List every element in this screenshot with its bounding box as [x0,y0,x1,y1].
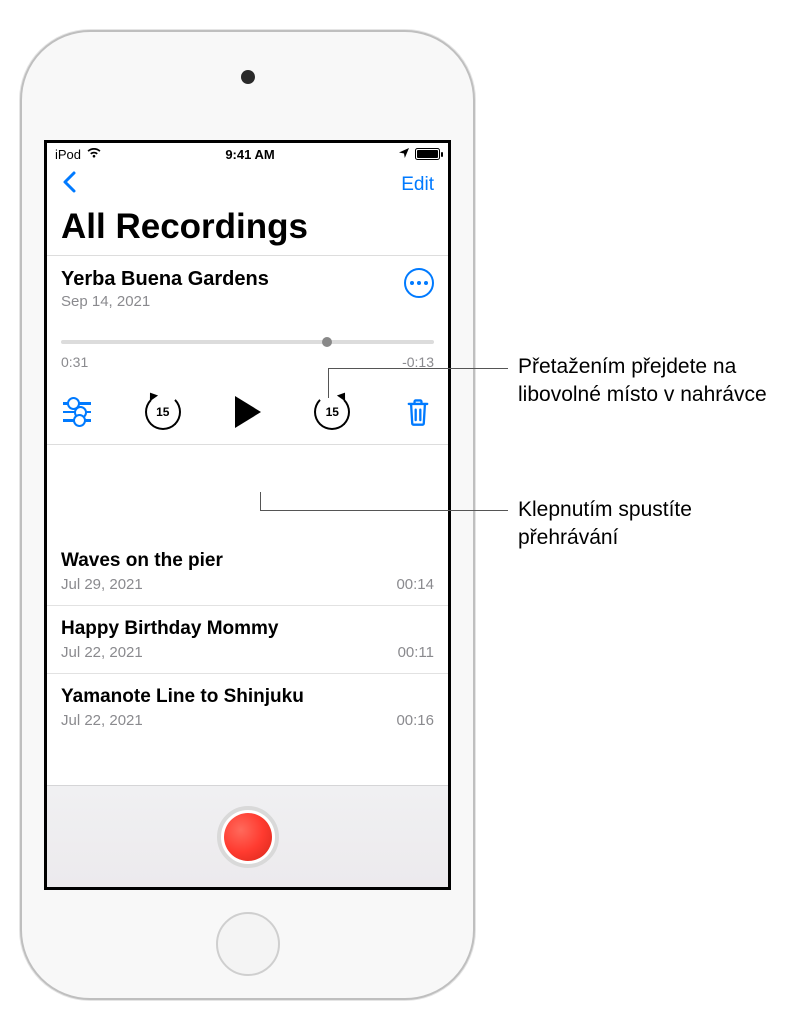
scrubber-knob[interactable] [322,337,332,347]
recording-date: Jul 22, 2021 [61,712,143,729]
record-button[interactable] [217,806,279,868]
recording-duration: 00:11 [398,644,434,661]
nav-bar: Edit [47,165,448,205]
record-bar [47,785,448,887]
recording-item[interactable]: Yamanote Line to Shinjuku Jul 22, 2021 0… [47,674,448,741]
callout-scrub: Přetažením přejdete na libovolné místo v… [518,353,778,410]
trash-icon [404,397,432,427]
skip-forward-button[interactable]: 15 [314,394,350,430]
skip-back-icon: 15 [145,394,181,430]
recording-date: Jul 22, 2021 [61,644,143,661]
callout-line [328,368,329,398]
options-button[interactable] [63,402,91,422]
more-button[interactable] [404,268,434,298]
selected-title: Yerba Buena Gardens [61,268,269,291]
skip-back-button[interactable]: 15 [145,394,181,430]
play-button[interactable] [235,396,261,428]
recordings-list: Waves on the pier Jul 29, 2021 00:14 Hap… [47,538,448,785]
home-button[interactable] [216,912,280,976]
playback-scrubber[interactable]: 0:31 -0:13 [61,340,434,370]
recording-date: Jul 29, 2021 [61,576,143,593]
selected-date: Sep 14, 2021 [61,293,269,310]
edit-button[interactable]: Edit [401,174,434,196]
location-icon [398,147,410,162]
ellipsis-icon [410,281,414,285]
back-button[interactable] [61,170,77,200]
screen: iPod 9:41 AM Edit All Recordings [44,140,451,890]
page-title: All Recordings [47,205,448,256]
recording-title: Yamanote Line to Shinjuku [61,686,434,708]
recording-title: Happy Birthday Mommy [61,618,434,640]
recording-title: Waves on the pier [61,550,434,572]
play-icon [235,396,261,428]
battery-icon [415,148,440,160]
wifi-icon [86,147,102,162]
skip-forward-icon: 15 [314,394,350,430]
recording-item[interactable]: Waves on the pier Jul 29, 2021 00:14 [47,538,448,606]
recording-item[interactable]: Happy Birthday Mommy Jul 22, 2021 00:11 [47,606,448,674]
delete-button[interactable] [404,397,432,427]
device-frame: iPod 9:41 AM Edit All Recordings [20,30,475,1000]
record-icon [224,813,272,861]
callout-line [260,492,261,510]
playback-controls: 15 15 [61,394,434,430]
elapsed-time: 0:31 [61,354,88,370]
callout-line [260,510,508,511]
recording-duration: 00:16 [396,712,434,729]
device-camera [241,70,255,84]
callout-line [328,368,508,369]
sliders-icon [63,402,91,422]
callout-play: Klepnutím spustíte přehrávání [518,496,778,553]
scrubber-track [61,340,434,344]
status-bar: iPod 9:41 AM [47,143,448,165]
selected-recording: Yerba Buena Gardens Sep 14, 2021 0:31 -0… [47,256,448,445]
recording-duration: 00:14 [396,576,434,593]
carrier-label: iPod [55,147,81,162]
clock: 9:41 AM [225,147,274,162]
